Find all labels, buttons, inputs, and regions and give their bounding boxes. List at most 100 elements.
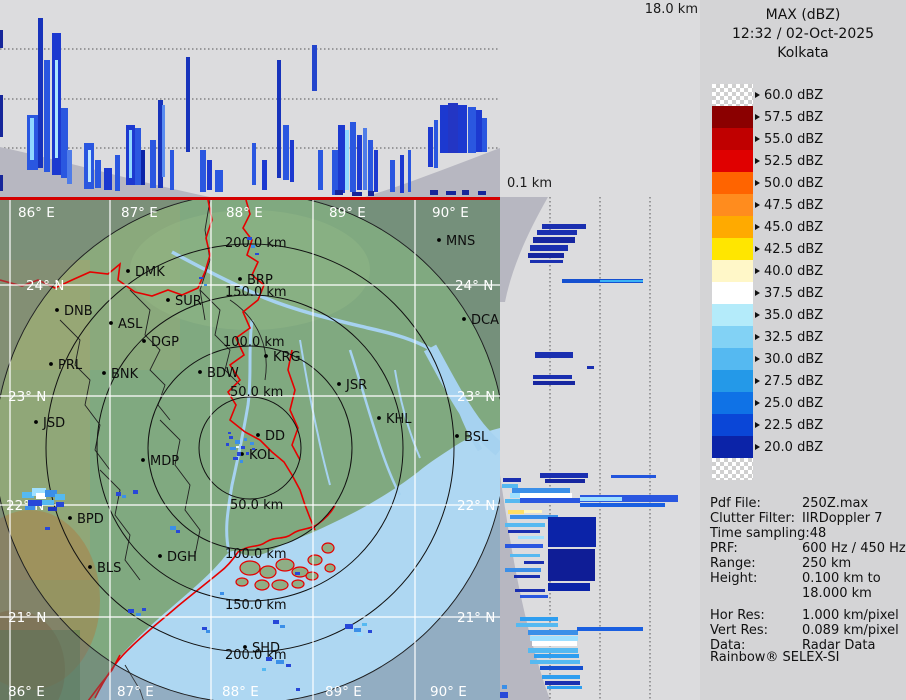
legend-tick-arrow-icon	[755, 400, 760, 406]
map-echo	[251, 245, 255, 248]
echo-bar	[482, 118, 487, 152]
echo-bar	[520, 498, 580, 503]
city-label: SHD	[252, 641, 280, 656]
echo-bar	[207, 160, 212, 190]
info-label: Hor Res:	[710, 608, 765, 623]
legend-band	[712, 194, 753, 216]
echo-bar	[170, 150, 174, 190]
city-label: JSR	[345, 378, 367, 393]
city-label: JSD	[42, 416, 65, 431]
map-echo	[368, 630, 372, 633]
legend-value-label: 35.0 dBZ	[764, 307, 824, 323]
echo-bar	[528, 648, 578, 653]
map-echo	[220, 592, 224, 595]
legend-band	[712, 282, 753, 304]
legend-band	[712, 106, 753, 128]
latitude-label: 21° N	[8, 610, 46, 626]
echo-bar	[548, 583, 590, 591]
echo-bar	[104, 168, 112, 190]
city-marker	[158, 554, 162, 558]
map-echo	[128, 609, 134, 613]
echo-bar	[338, 125, 345, 193]
legend-tick-arrow-icon	[755, 136, 760, 142]
echo-bar	[446, 191, 456, 195]
legend-entry: 30.0 dBZ	[755, 348, 823, 370]
city-label: DMK	[135, 265, 165, 280]
range-ring-label: 50.0 km	[230, 385, 283, 400]
echo-bar	[150, 140, 156, 188]
city-label: DCA	[471, 313, 499, 328]
legend-band	[712, 414, 753, 436]
echo-bar	[368, 191, 374, 196]
legend-entry: 27.5 dBZ	[755, 370, 823, 392]
legend-band	[712, 238, 753, 260]
map-echo	[136, 613, 141, 616]
echo-bar	[0, 175, 3, 191]
echo-bar	[478, 191, 486, 195]
longitude-label: 87° E	[117, 684, 154, 700]
echo-bar	[468, 107, 476, 153]
legend-entry: 55.0 dBZ	[755, 128, 823, 150]
legend-entry: 40.0 dBZ	[755, 260, 823, 282]
echo-bar	[532, 641, 577, 646]
map-echo	[345, 624, 353, 629]
top-projection-panel	[0, 0, 500, 197]
city-label: KOL	[249, 448, 275, 463]
range-ring-label: 200.0 km	[225, 236, 287, 251]
city-marker	[109, 321, 113, 325]
legend-entry: 25.0 dBZ	[755, 392, 823, 414]
legend-entry: 47.5 dBZ	[755, 194, 823, 216]
info-label: Height:	[710, 571, 758, 586]
axis-label-area	[500, 0, 700, 197]
legend-entry: 22.5 dBZ	[755, 414, 823, 436]
echo-bar	[368, 140, 373, 192]
legend-band	[712, 370, 753, 392]
echo-bar	[332, 150, 338, 195]
echo-bar	[135, 128, 141, 185]
info-value: IIRDoppler 7	[802, 511, 883, 526]
echo-bar	[611, 475, 656, 478]
longitude-label: 90° E	[430, 684, 467, 700]
echo-bar	[363, 128, 367, 190]
legend-entry: 35.0 dBZ	[755, 304, 823, 326]
legend-value-label: 37.5 dBZ	[764, 285, 824, 301]
range-ring-label: 50.0 km	[230, 498, 283, 513]
latitude-label: 24° N	[26, 278, 64, 294]
echo-bar	[600, 280, 643, 282]
terrain-tint	[130, 210, 370, 330]
legend-value-label: 40.0 dBZ	[764, 263, 824, 279]
map-echo	[230, 447, 236, 450]
echo-bar	[503, 478, 521, 482]
city-marker	[455, 434, 459, 438]
longitude-label: 86° E	[8, 684, 45, 700]
legend-entry: 37.5 dBZ	[755, 282, 823, 304]
map-echo	[122, 495, 126, 498]
map-echo	[199, 277, 203, 279]
info-label: Range:	[710, 556, 756, 571]
sidebar: MAX (dBZ) 12:32 / 02-Oct-2025 Kolkata 60…	[700, 0, 906, 700]
legend-value-label: 60.0 dBZ	[764, 87, 824, 103]
info-row: Time sampling:48	[710, 526, 906, 541]
city-label: BSL	[464, 430, 489, 445]
map-echo	[247, 237, 252, 240]
info-label: Pdf File:	[710, 496, 761, 511]
legend-labels: 60.0 dBZ 57.5 dBZ 55.0 dBZ 52.5 dBZ 50.0 dBZ…	[755, 84, 823, 458]
city-marker	[337, 382, 341, 386]
map-echo	[273, 620, 279, 624]
map-echo	[56, 502, 64, 507]
echo-bar	[440, 105, 448, 153]
echo-bar	[548, 549, 595, 581]
side-profile-echoes	[500, 224, 678, 698]
map-echo	[176, 530, 180, 533]
echo-bar	[283, 125, 289, 180]
legend-band	[712, 128, 753, 150]
echo-bar	[0, 95, 3, 137]
info-row: 18.000 km	[710, 586, 906, 601]
legend-tick-arrow-icon	[755, 290, 760, 296]
info-value: 48	[809, 526, 827, 541]
echo-bar	[542, 224, 586, 229]
legend-band	[712, 260, 753, 282]
echo-bar	[508, 510, 524, 514]
legend-value-label: 32.5 dBZ	[764, 329, 824, 345]
legend-band	[712, 392, 753, 414]
